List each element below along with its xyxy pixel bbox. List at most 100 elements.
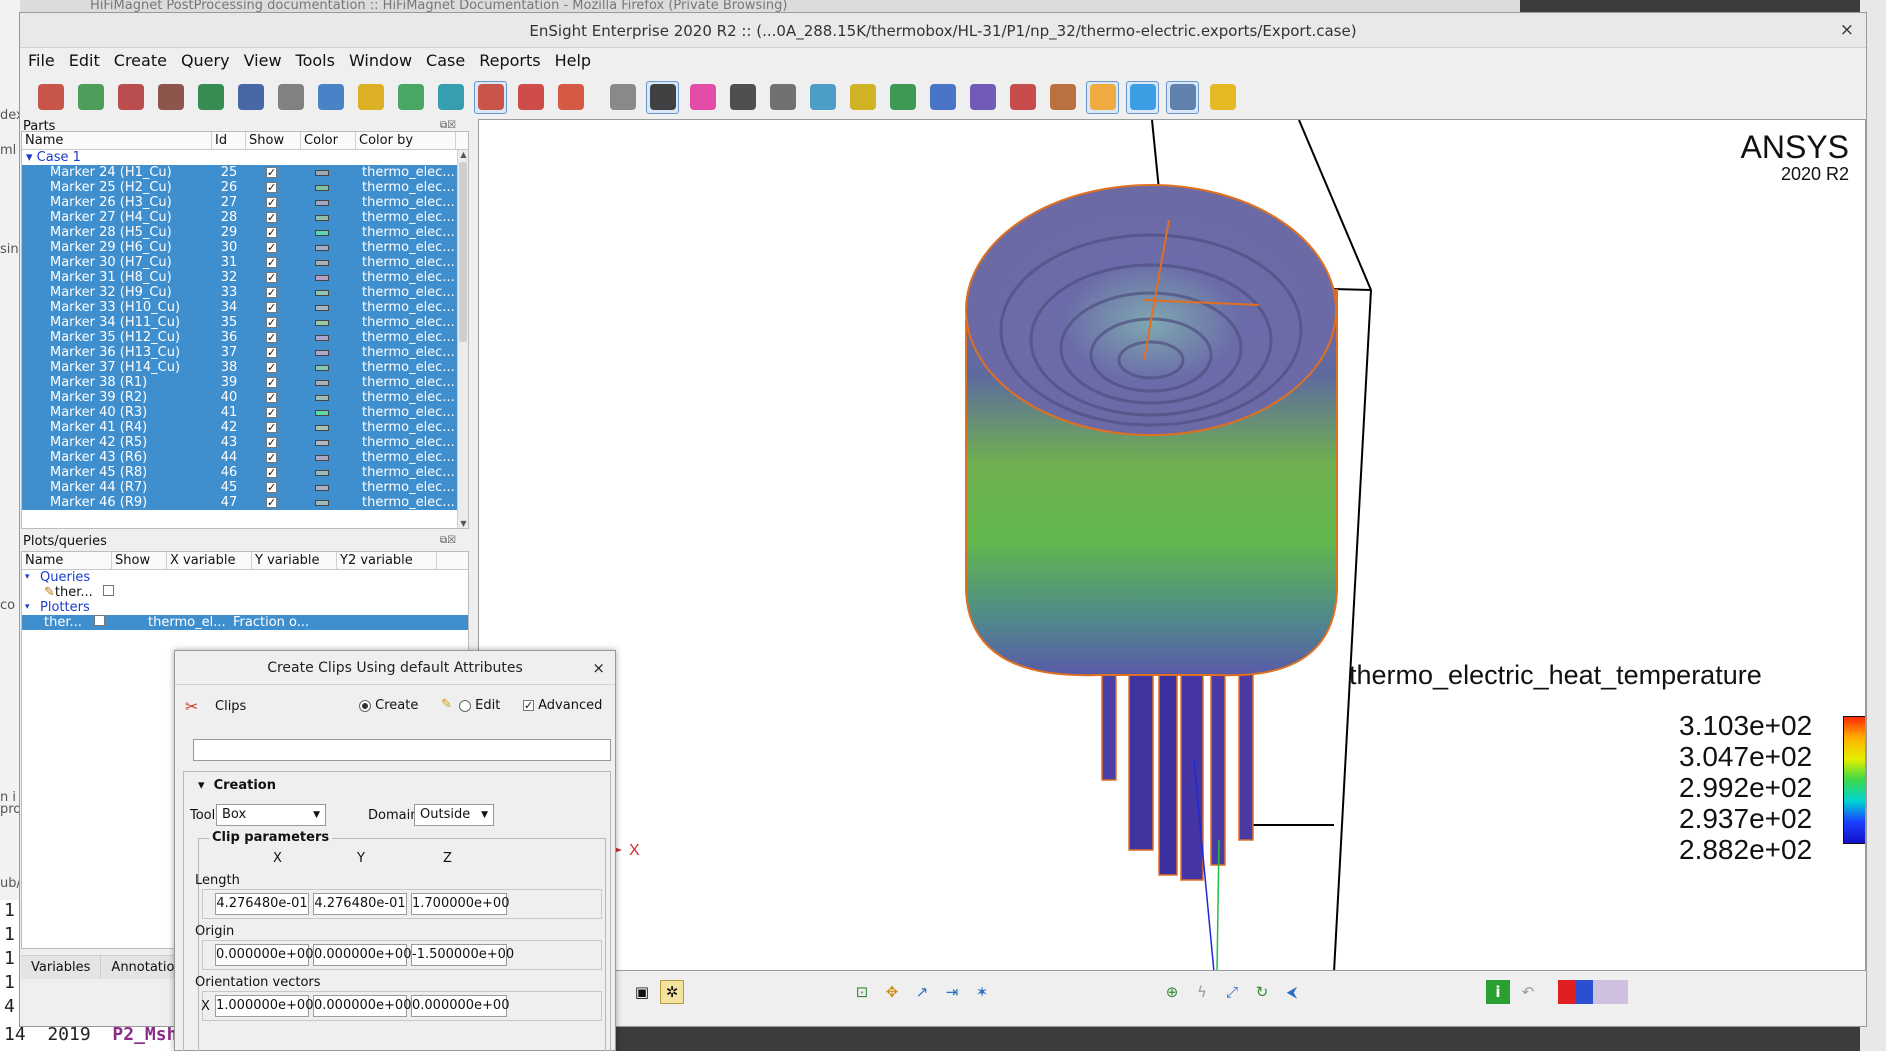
column-header[interactable]: Id	[212, 132, 246, 149]
parts-icon[interactable]	[34, 81, 67, 114]
color-wheel-icon[interactable]	[686, 81, 719, 114]
dialog-close-icon[interactable]: ×	[592, 651, 605, 685]
part-color-by[interactable]: thermo_elec...	[356, 225, 456, 240]
part-color-by[interactable]: thermo_elec...	[356, 465, 456, 480]
part-color-by[interactable]: thermo_elec...	[356, 180, 456, 195]
part-color-by[interactable]: thermo_elec...	[356, 300, 456, 315]
selection-icon[interactable]	[1006, 81, 1039, 114]
part-row[interactable]: Marker 37 (H14_Cu) 38 ✓ thermo_elec...	[22, 360, 468, 375]
lightning-icon[interactable]	[1206, 81, 1239, 114]
part-row[interactable]: Marker 24 (H1_Cu) 25 ✓ thermo_elec...	[22, 165, 468, 180]
show-checkbox[interactable]: ✓	[246, 315, 301, 330]
show-checkbox[interactable]: ✓	[246, 300, 301, 315]
gear-icon[interactable]	[606, 81, 639, 114]
menu-tools[interactable]: Tools	[296, 49, 335, 73]
part-color-swatch[interactable]	[301, 300, 356, 315]
part-row[interactable]: Marker 28 (H5_Cu) 29 ✓ thermo_elec...	[22, 225, 468, 240]
show-checkbox[interactable]: ✓	[246, 195, 301, 210]
show-checkbox[interactable]: ✓	[246, 495, 301, 510]
show-checkbox[interactable]: ✓	[246, 210, 301, 225]
lines-icon[interactable]	[726, 81, 759, 114]
part-row[interactable]: Marker 39 (R2) 40 ✓ thermo_elec...	[22, 390, 468, 405]
legend-title[interactable]: thermo_electric_heat_temperature	[1349, 660, 1762, 691]
domain-select[interactable]: Outside ▼	[414, 804, 494, 826]
column-header[interactable]: Show	[112, 552, 167, 569]
lightning-icon[interactable]: ϟ	[1190, 980, 1214, 1004]
orient-y-field[interactable]: 0.000000e+00	[313, 995, 411, 1017]
menu-window[interactable]: Window	[349, 49, 412, 73]
part-row[interactable]: Marker 38 (R1) 39 ✓ thermo_elec...	[22, 375, 468, 390]
screen-icon[interactable]	[194, 81, 227, 114]
tab-annotation[interactable]: Annotatio	[101, 956, 186, 979]
clip-icon[interactable]	[474, 80, 507, 114]
part-row[interactable]: Marker 31 (H8_Cu) 32 ✓ thermo_elec...	[22, 270, 468, 285]
part-color-swatch[interactable]	[301, 390, 356, 405]
query-icon[interactable]	[154, 81, 187, 114]
graphics-viewport[interactable]: X ANSYS 2020 R2 thermo_electric_heat_tem…	[478, 119, 1866, 971]
part-color-by[interactable]: thermo_elec...	[356, 165, 456, 180]
parts-scrollbar[interactable]: ▲ ▼	[457, 150, 468, 528]
part-color-swatch[interactable]	[301, 225, 356, 240]
part-color-swatch[interactable]	[301, 210, 356, 225]
create-radio[interactable]: Create	[359, 698, 418, 713]
show-checkbox[interactable]: ✓	[246, 240, 301, 255]
show-checkbox[interactable]: ✓	[246, 180, 301, 195]
part-color-swatch[interactable]	[301, 285, 356, 300]
column-header[interactable]: Show	[246, 132, 301, 149]
nodes-icon[interactable]	[926, 81, 959, 114]
menu-help[interactable]: Help	[555, 49, 591, 73]
query-item[interactable]: ✎ther...	[22, 585, 468, 600]
plotters-tree-item[interactable]: ▾ Plotters	[22, 600, 468, 615]
part-row[interactable]: Marker 29 (H6_Cu) 30 ✓ thermo_elec...	[22, 240, 468, 255]
book-icon[interactable]	[274, 81, 307, 114]
case-tree-item[interactable]: ▾ Case 1	[22, 150, 468, 165]
part-color-by[interactable]: thermo_elec...	[356, 270, 456, 285]
edit-radio[interactable]: Edit	[459, 698, 500, 713]
part-color-by[interactable]: thermo_elec...	[356, 390, 456, 405]
origin-z-field[interactable]: -1.500000e+00	[411, 944, 514, 966]
part-color-swatch[interactable]	[301, 405, 356, 420]
select-icon[interactable]: ⇥	[940, 980, 964, 1004]
part-color-by[interactable]: thermo_elec...	[356, 240, 456, 255]
part-color-by[interactable]: thermo_elec...	[356, 285, 456, 300]
part-color-swatch[interactable]	[301, 450, 356, 465]
show-checkbox[interactable]: ✓	[246, 330, 301, 345]
part-color-swatch[interactable]	[301, 240, 356, 255]
color-palette-icon[interactable]	[1558, 980, 1628, 1004]
show-checkbox[interactable]: ✓	[246, 255, 301, 270]
orient-z-field[interactable]: 0.000000e+00	[411, 995, 509, 1017]
part-color-by[interactable]: thermo_elec...	[356, 450, 456, 465]
part-color-swatch[interactable]	[301, 360, 356, 375]
origin-x-field[interactable]: 0.000000e+00	[215, 944, 313, 966]
bars-icon[interactable]	[846, 81, 879, 114]
title-bar[interactable]: EnSight Enterprise 2020 R2 :: (...0A_288…	[20, 13, 1866, 48]
part-color-by[interactable]: thermo_elec...	[356, 420, 456, 435]
column-header[interactable]: X variable	[167, 552, 252, 569]
scale-icon[interactable]: ⤢	[1220, 980, 1244, 1004]
part-row[interactable]: Marker 25 (H2_Cu) 26 ✓ thermo_elec...	[22, 180, 468, 195]
column-header[interactable]: Y variable	[252, 552, 337, 569]
cube-grid-icon[interactable]	[806, 81, 839, 114]
length-z-field[interactable]: 1.700000e+00	[411, 893, 509, 915]
frame-icon[interactable]	[766, 81, 799, 114]
part-row[interactable]: Marker 33 (H10_Cu) 34 ✓ thermo_elec...	[22, 300, 468, 315]
undo-icon[interactable]: ↶	[1516, 980, 1540, 1004]
part-color-swatch[interactable]	[301, 180, 356, 195]
column-header[interactable]: Name	[22, 552, 112, 569]
part-row[interactable]: Marker 45 (R8) 46 ✓ thermo_elec...	[22, 465, 468, 480]
show-checkbox[interactable]: ✓	[246, 405, 301, 420]
translate-icon[interactable]: ✥	[880, 980, 904, 1004]
show-checkbox[interactable]: ✓	[246, 450, 301, 465]
triangle-icon[interactable]	[886, 81, 919, 114]
box-icon[interactable]	[1126, 80, 1159, 114]
rotate-icon[interactable]: ↻	[1250, 980, 1274, 1004]
show-checkbox[interactable]: ✓	[246, 165, 301, 180]
advanced-checkbox[interactable]: ✓ Advanced	[523, 698, 602, 713]
frame-icon[interactable]: ▣	[630, 980, 654, 1004]
menu-reports[interactable]: Reports	[479, 49, 540, 73]
part-color-by[interactable]: thermo_elec...	[356, 375, 456, 390]
length-y-field[interactable]: 4.276480e-01	[313, 893, 407, 915]
part-row[interactable]: Marker 46 (R9) 47 ✓ thermo_elec...	[22, 495, 468, 510]
light-icon[interactable]	[1046, 81, 1079, 114]
show-checkbox[interactable]: ✓	[246, 285, 301, 300]
